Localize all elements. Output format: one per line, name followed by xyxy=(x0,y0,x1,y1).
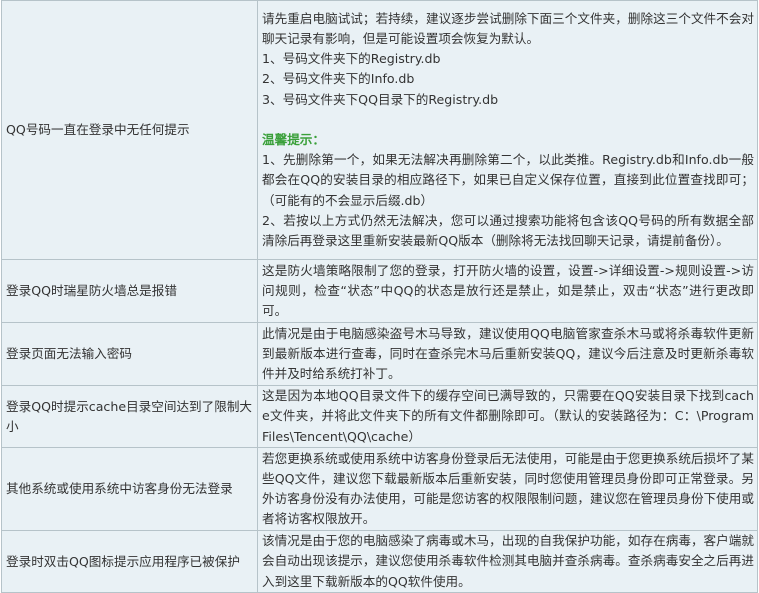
answer-cell: 这是防火墙策略限制了您的登录，打开防火墙的设置，设置->详细设置->规则设置->… xyxy=(257,259,758,323)
answer-text: 此情况是由于电脑感染盗号木马导致，建议使用QQ电脑管家查杀木马或将杀毒软件更新到… xyxy=(262,325,754,382)
question-cell: 登录QQ时提示cache目录空间达到了限制大小 xyxy=(1,385,258,448)
tip-text: 1、先删除第一个，如果无法解决再删除第二个，以此类推。Registry.db和I… xyxy=(262,152,754,208)
question-cell: 登录时双击QQ图标提示应用程序已被保护 xyxy=(1,530,258,593)
question-cell: 登录QQ时瑞星防火墙总是报错 xyxy=(1,259,258,323)
question-cell: QQ号码一直在登录中无任何提示 xyxy=(1,0,258,260)
answer-text: 请先重启电脑试试；若持续，建议逐步尝试删除下面三个文件夹，删除这三个文件不会对聊… xyxy=(262,10,754,46)
answer-text: 1、号码文件夹下的Registry.db xyxy=(262,51,441,67)
question-cell: 登录页面无法输入密码 xyxy=(1,322,258,386)
answer-cell: 请先重启电脑试试；若持续，建议逐步尝试删除下面三个文件夹，删除这三个文件不会对聊… xyxy=(257,0,758,260)
answer-text: 若您更换系统或使用系统中访客身份登录后无法使用，可能是由于您更换系统后损坏了某些… xyxy=(262,450,754,527)
answer-text: 这是防火墙策略限制了您的登录，打开防火墙的设置，设置->详细设置->规则设置->… xyxy=(262,262,754,319)
table-row: QQ号码一直在登录中无任何提示 请先重启电脑试试；若持续，建议逐步尝试删除下面三… xyxy=(1,0,758,260)
table-row: 登录QQ时提示cache目录空间达到了限制大小 这是因为本地QQ目录文件下的缓存… xyxy=(1,385,758,448)
answer-text: 这是因为本地QQ目录文件下的缓存空间已满导致的，只需要在QQ安装目录下找到cac… xyxy=(262,388,754,444)
tip-text: 2、若按以上方式仍然无法解决，您可以通过搜索功能将包含该QQ号码的所有数据全部清… xyxy=(262,212,754,249)
answer-cell: 这是因为本地QQ目录文件下的缓存空间已满导致的，只需要在QQ安装目录下找到cac… xyxy=(257,385,758,448)
faq-table: QQ号码一直在登录中无任何提示 请先重启电脑试试；若持续，建议逐步尝试删除下面三… xyxy=(1,0,758,593)
question-cell: 其他系统或使用系统中访客身份无法登录 xyxy=(1,447,258,531)
answer-text: 该情况是由于您的电脑感染了病毒或木马，出现的自我保护功能，如存在病毒，客户端就会… xyxy=(262,533,754,589)
tip-heading: 温馨提示： xyxy=(262,132,325,147)
table-row: 登录页面无法输入密码 此情况是由于电脑感染盗号木马导致，建议使用QQ电脑管家查杀… xyxy=(1,322,758,386)
answer-cell: 若您更换系统或使用系统中访客身份登录后无法使用，可能是由于您更换系统后损坏了某些… xyxy=(257,447,758,531)
table-row: 登录时双击QQ图标提示应用程序已被保护 该情况是由于您的电脑感染了病毒或木马，出… xyxy=(1,530,758,593)
answer-text: 2、号码文件夹下的Info.db xyxy=(262,71,415,87)
answer-cell: 该情况是由于您的电脑感染了病毒或木马，出现的自我保护功能，如存在病毒，客户端就会… xyxy=(257,530,758,593)
table-row: 其他系统或使用系统中访客身份无法登录 若您更换系统或使用系统中访客身份登录后无法… xyxy=(1,447,758,531)
answer-cell: 此情况是由于电脑感染盗号木马导致，建议使用QQ电脑管家查杀木马或将杀毒软件更新到… xyxy=(257,322,758,386)
answer-text: 3、号码文件夹下QQ目录下的Registry.db xyxy=(262,91,499,107)
table-row: 登录QQ时瑞星防火墙总是报错 这是防火墙策略限制了您的登录，打开防火墙的设置，设… xyxy=(1,259,758,323)
